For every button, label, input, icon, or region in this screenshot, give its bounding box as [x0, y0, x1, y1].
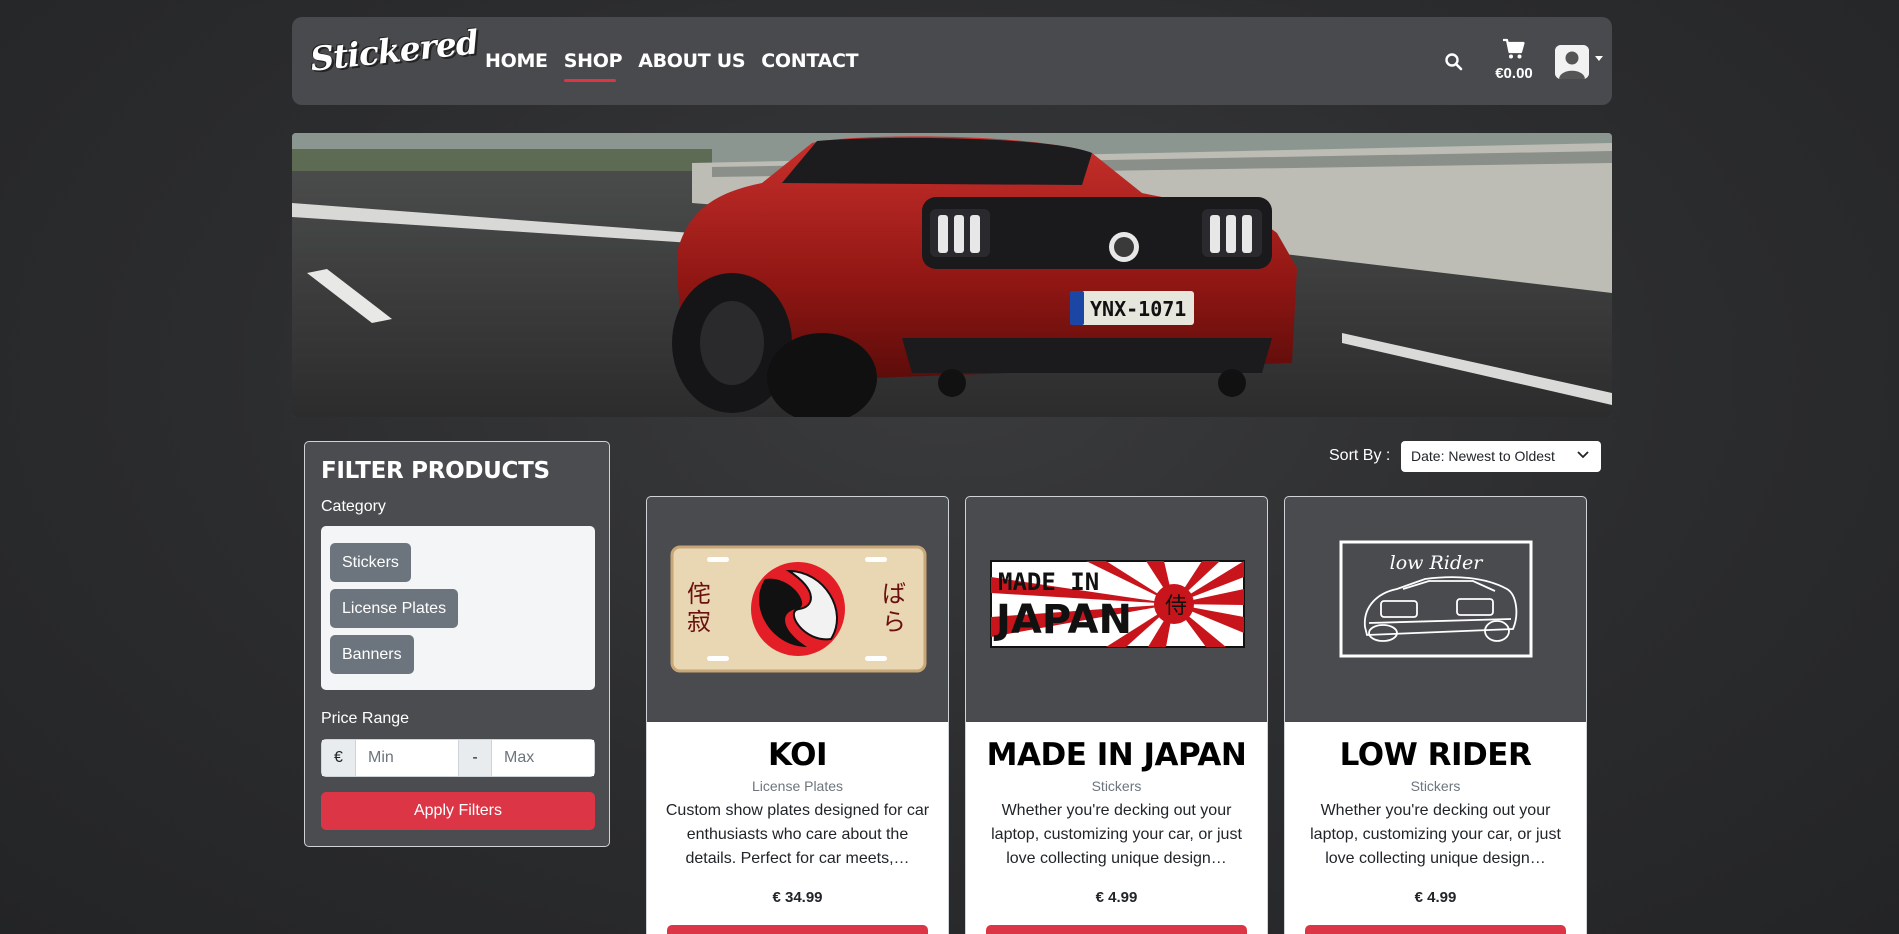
add-to-cart-button[interactable]: [1305, 925, 1566, 934]
hero-car-image: YNX-1071: [292, 133, 1612, 417]
category-stickers[interactable]: Stickers: [330, 543, 411, 582]
product-category: Stickers: [1091, 778, 1142, 794]
caret-down-icon[interactable]: [1595, 56, 1603, 61]
cart-button[interactable]: €0.00: [1489, 38, 1539, 82]
category-banners[interactable]: Banners: [330, 635, 414, 674]
koi-right-kana-1: ば: [882, 580, 906, 608]
product-image: 侘 寂 ば ら: [647, 497, 948, 722]
sort-selected-value: Date: Newest to Oldest: [1411, 448, 1555, 464]
product-card[interactable]: 侘 寂 ば ら KOI License Plates Custom show p…: [646, 496, 949, 934]
product-price: € 34.99: [772, 889, 823, 906]
nav-link-shop[interactable]: SHOP: [563, 50, 623, 82]
price-max-input[interactable]: [492, 740, 594, 776]
product-description: Custom show plates designed for car enth…: [665, 802, 930, 867]
price-min-input[interactable]: [356, 740, 458, 776]
product-price: € 4.99: [1095, 889, 1138, 906]
product-category: Stickers: [1410, 778, 1461, 794]
mij-line2: JAPAN: [993, 597, 1132, 643]
low-rider-image: low Rider: [1339, 540, 1533, 658]
category-license-plates[interactable]: License Plates: [330, 589, 459, 628]
nav-link-contact[interactable]: CONTACT: [761, 50, 858, 72]
koi-left-kanji-1: 侘: [687, 580, 711, 608]
logo-text: Stickered: [308, 22, 480, 79]
chevron-down-icon: [1577, 451, 1589, 459]
search-icon[interactable]: [1444, 52, 1464, 72]
made-in-japan-image: 侍 MADE IN JAPAN: [990, 560, 1245, 648]
nav-links: HOME SHOP ABOUT US CONTACT: [485, 50, 859, 82]
category-list: Stickers License Plates Banners: [321, 526, 595, 690]
add-to-cart-button[interactable]: [667, 925, 928, 934]
product-category: License Plates: [751, 778, 844, 794]
navbar: Stickered HOME SHOP ABOUT US CONTACT €0.…: [292, 17, 1612, 105]
price-range-label: Price Range: [321, 710, 410, 727]
product-price: € 4.99: [1414, 889, 1457, 906]
add-to-cart-button[interactable]: [986, 925, 1247, 934]
low-rider-script: low Rider: [1390, 552, 1485, 574]
hero-plate-text: YNX-1071: [1090, 297, 1186, 321]
filter-panel: FILTER PRODUCTS Category Stickers Licens…: [304, 441, 610, 847]
product-title[interactable]: LOW RIDER: [1285, 737, 1586, 773]
product-description: Whether you're decking out your laptop, …: [1310, 802, 1561, 867]
koi-left-kanji-2: 寂: [687, 608, 711, 636]
price-range-group: € -: [321, 739, 595, 777]
koi-right-kana-2: ら: [882, 608, 906, 636]
mij-line1: MADE IN: [998, 568, 1099, 596]
product-image: low Rider: [1285, 497, 1586, 722]
product-title[interactable]: MADE IN JAPAN: [966, 737, 1267, 773]
product-title[interactable]: KOI: [647, 737, 948, 773]
product-image: 侍 MADE IN JAPAN: [966, 497, 1267, 722]
mij-kanji: 侍: [1165, 594, 1187, 619]
nav-link-home[interactable]: HOME: [485, 50, 548, 72]
user-avatar[interactable]: [1555, 45, 1589, 79]
sort-label: Sort By :: [1329, 447, 1391, 464]
currency-addon: €: [322, 740, 356, 776]
brand-logo[interactable]: Stickered: [308, 22, 479, 78]
product-card[interactable]: 侍 MADE IN JAPAN MADE IN JAPAN Stickers W…: [965, 496, 1268, 934]
cart-icon: [1503, 38, 1525, 59]
apply-filters-button[interactable]: Apply Filters: [321, 792, 595, 830]
koi-plate-image: 侘 寂 ば ら: [670, 545, 927, 673]
product-card[interactable]: low Rider LOW RIDER Stickers Whether you…: [1284, 496, 1587, 934]
category-label: Category: [321, 498, 386, 515]
filter-title: FILTER PRODUCTS: [321, 458, 550, 484]
nav-link-about[interactable]: ABOUT US: [638, 50, 745, 72]
cart-total: €0.00: [1495, 65, 1533, 82]
user-icon: [1555, 45, 1589, 79]
hero-banner: YNX-1071: [292, 133, 1612, 417]
product-description: Whether you're decking out your laptop, …: [991, 802, 1242, 867]
price-separator: -: [458, 740, 492, 776]
sort-select[interactable]: Date: Newest to Oldest: [1401, 441, 1601, 472]
